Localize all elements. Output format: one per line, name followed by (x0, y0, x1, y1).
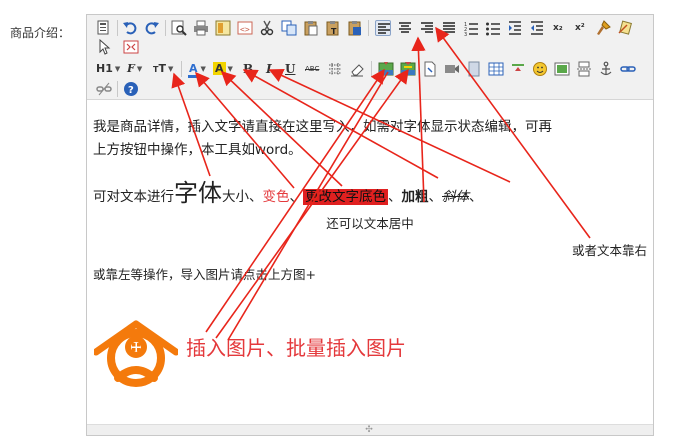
eraser-icon[interactable] (349, 61, 365, 77)
emoticon-icon[interactable] (532, 61, 548, 77)
code-snippet-button[interactable]: <> (237, 20, 253, 36)
insert-table-icon[interactable] (488, 61, 504, 77)
link-icon[interactable] (620, 61, 636, 77)
toolbar-separator (368, 20, 369, 36)
separator-text: 、 (388, 189, 402, 205)
table-grid-icon[interactable] (327, 61, 343, 77)
strikethrough-button[interactable]: ABC (305, 61, 319, 77)
chevron-down-icon: ▼ (114, 65, 121, 73)
font-size-label: T (158, 62, 166, 75)
paste-word-button[interactable] (347, 20, 363, 36)
preview-button[interactable] (171, 20, 187, 36)
subscript-button[interactable]: x₂ (553, 20, 569, 36)
ordered-list-button[interactable]: 123 (463, 20, 479, 36)
anchor-icon[interactable] (598, 61, 614, 77)
print-button[interactable] (193, 20, 209, 36)
align-center-button[interactable] (397, 20, 413, 36)
editor-toolbar: <> T 123 x₂ x² H1 ▼ F ▼ TT ▼ A ▼ A ▼ B I… (87, 15, 653, 100)
inserted-logo-image[interactable] (94, 318, 178, 394)
content-format-line: 可对文本进行字体大小、变色、 更改文字底色 、加粗、斜体、 (93, 173, 483, 208)
toolbar-separator (181, 61, 182, 77)
help-icon[interactable]: ? (123, 81, 139, 97)
svg-text:3: 3 (464, 32, 467, 36)
left-aligned-text: 或靠左等操作，导入图片请点击上方图+ (93, 267, 316, 282)
pointer-icon[interactable] (96, 39, 112, 55)
unlink-icon[interactable] (96, 81, 112, 97)
indent-button[interactable] (507, 20, 523, 36)
paste-button[interactable] (303, 20, 319, 36)
svg-text:<>: <> (240, 25, 250, 34)
content-paragraph-line-1: 我是商品详情，插入文字请直接在这里写入，如需对字体显示状态编辑，可再 (93, 119, 552, 135)
font-family-label: F (127, 62, 135, 75)
toolbar-separator (117, 81, 118, 97)
separator-text: 、 (289, 189, 304, 205)
separator-text: 、 (428, 189, 443, 205)
undo-button[interactable] (122, 20, 138, 36)
background-color-label: A (213, 62, 226, 75)
toolbar-separator (371, 61, 372, 77)
bold-text: 加粗 (401, 189, 429, 205)
editor-resize-bar[interactable]: ✣ (87, 424, 653, 435)
format-brush-icon[interactable] (595, 20, 611, 36)
video-icon[interactable] (444, 61, 460, 77)
image-caption: 插入图片、批量插入图片 (186, 336, 406, 360)
paragraph-format-dropdown[interactable]: H1 ▼ (96, 61, 120, 77)
underline-button[interactable]: U (285, 61, 295, 77)
svg-text:?: ? (128, 85, 134, 96)
content-paragraph-line-2: 上方按钮中操作，本工具如word。 (93, 142, 302, 158)
chevron-down-icon: ▼ (227, 65, 233, 73)
attachment-file-icon[interactable] (422, 61, 438, 77)
cut-icon[interactable] (259, 20, 275, 36)
right-aligned-text: 或者文本靠右 (571, 243, 647, 258)
background-color-button[interactable]: A ▼ (213, 61, 233, 77)
italic-text: 斜体 (442, 189, 469, 205)
clear-format-icon[interactable] (617, 20, 633, 36)
field-label: 商品介绍： (10, 26, 71, 40)
font-color-label: A (188, 62, 199, 78)
copy-button[interactable] (281, 20, 297, 36)
chevron-down-icon: ▼ (200, 65, 206, 73)
highlighted-text: 更改文字底色 (303, 189, 388, 205)
resize-grip-icon[interactable]: ✣ (363, 425, 375, 435)
chevron-down-icon: ▼ (167, 65, 174, 73)
music-icon[interactable] (466, 61, 482, 77)
insert-image-button[interactable] (378, 61, 394, 77)
align-left-button[interactable] (375, 20, 391, 36)
unordered-list-button[interactable] (485, 20, 501, 36)
outdent-button[interactable] (529, 20, 545, 36)
paste-text-button[interactable]: T (325, 20, 341, 36)
format-prefix-text: 可对文本进行 (93, 189, 174, 205)
fullscreen-button[interactable] (123, 39, 139, 55)
chevron-down-icon: ▼ (136, 65, 143, 73)
svg-text:T: T (331, 27, 337, 36)
page-break-icon[interactable] (576, 61, 592, 77)
centered-text: 还可以文本居中 (326, 216, 414, 231)
separator-text: 、 (469, 189, 483, 205)
redo-button[interactable] (144, 20, 160, 36)
batch-insert-image-button[interactable] (400, 61, 416, 77)
font-size-dropdown[interactable]: TT ▼ (153, 61, 173, 77)
align-justify-button[interactable] (441, 20, 457, 36)
bold-button[interactable]: B (243, 61, 253, 77)
paragraph-format-label: H1 (96, 62, 113, 75)
template-button[interactable] (215, 20, 231, 36)
scrawl-icon[interactable] (554, 61, 570, 77)
source-code-button[interactable] (96, 20, 112, 36)
colored-text: 变色 (262, 189, 290, 205)
horizontal-rule-icon[interactable] (510, 61, 526, 77)
align-right-button[interactable] (419, 20, 435, 36)
italic-button[interactable]: I (266, 61, 272, 77)
toolbar-separator (165, 20, 166, 36)
toolbar-separator (117, 20, 118, 36)
font-color-button[interactable]: A ▼ (188, 61, 206, 78)
large-font-text: 字体 (174, 179, 222, 207)
superscript-button[interactable]: x² (575, 20, 591, 36)
size-text: 大小、 (222, 189, 263, 205)
font-family-dropdown[interactable]: F ▼ (127, 61, 142, 77)
